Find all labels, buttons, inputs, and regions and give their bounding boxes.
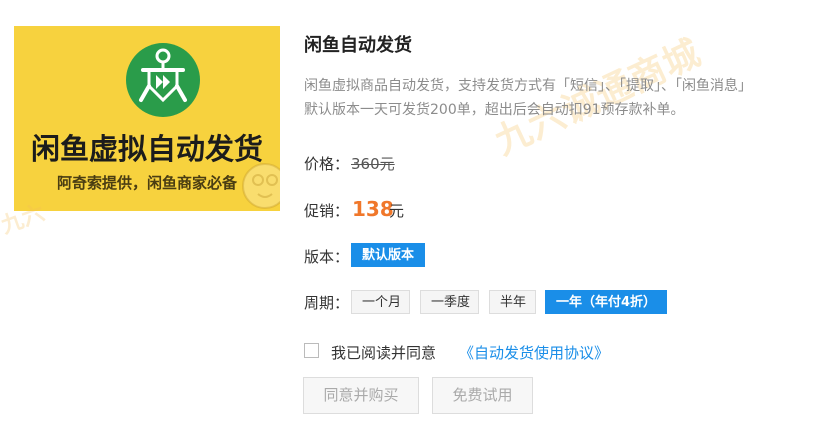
agreement-link[interactable]: 《自动发货使用协议》 xyxy=(459,342,609,363)
agree-checkbox[interactable] xyxy=(304,343,319,358)
promo-unit: 元 xyxy=(389,202,405,220)
period-option-month[interactable]: 一个月 xyxy=(351,290,410,314)
version-option-default[interactable]: 默认版本 xyxy=(351,243,425,267)
version-label: 版本： xyxy=(304,248,350,266)
price-label: 价格： xyxy=(304,155,350,173)
description-line-1: 闲鱼虚拟商品自动发货，支持发货方式有「短信」、「提取」、「闲鱼消息」 xyxy=(304,78,752,94)
product-description: 闲鱼虚拟商品自动发货，支持发货方式有「短信」、「提取」、「闲鱼消息」 默认版本一… xyxy=(304,74,840,122)
agree-text: 我已阅读并同意 xyxy=(331,344,437,362)
description-line-2: 默认版本一天可发货200单，超出后会自动扣91预存款补单。 xyxy=(304,102,685,118)
free-trial-button[interactable]: 免费试用 xyxy=(432,377,533,414)
product-title: 闲鱼自动发货 xyxy=(304,35,412,56)
product-banner: 闲鱼虚拟自动发货 阿奇索提供，闲鱼商家必备 xyxy=(14,26,280,211)
xianyu-logo-icon xyxy=(126,43,200,117)
mascot-icon xyxy=(242,163,280,209)
period-option-quarter[interactable]: 一季度 xyxy=(420,290,479,314)
promo-label: 促销： xyxy=(304,202,350,220)
period-option-year[interactable]: 一年（年付4折） xyxy=(545,290,667,314)
promo-price: 138 xyxy=(352,197,394,221)
buy-button[interactable]: 同意并购买 xyxy=(303,377,419,414)
original-price: 360元 xyxy=(351,155,395,173)
period-label: 周期： xyxy=(304,294,350,312)
period-option-halfyear[interactable]: 半年 xyxy=(489,290,536,314)
